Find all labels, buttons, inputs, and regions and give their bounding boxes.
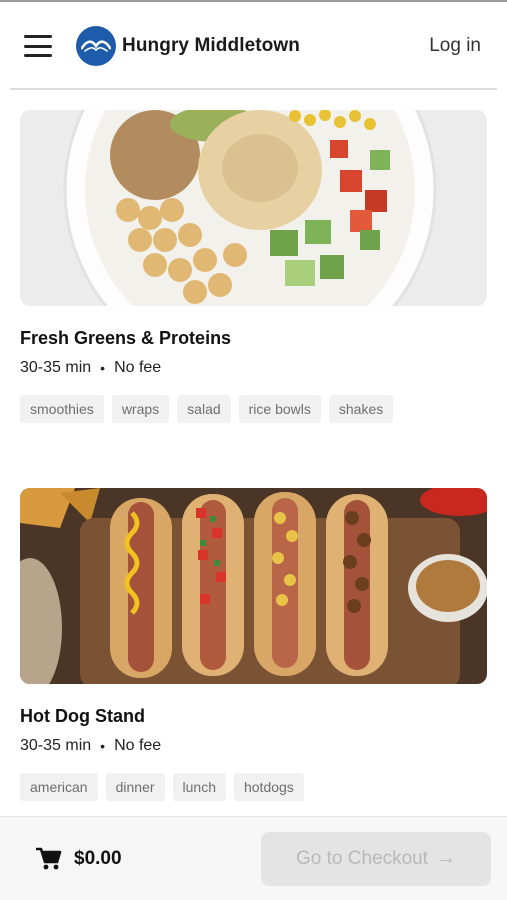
- restaurant-card[interactable]: Hot Dog Stand 30-35 min • No fee america…: [20, 488, 487, 801]
- tag-list: smoothies wraps salad rice bowls shakes: [20, 395, 487, 423]
- cart-bar: $0.00 Go to Checkout →: [0, 816, 507, 900]
- arrow-right-icon: →: [436, 847, 457, 869]
- delivery-time: 30-35 min: [20, 359, 92, 376]
- delivery-time: 30-35 min: [20, 737, 92, 754]
- tag[interactable]: american: [20, 773, 98, 801]
- meta-separator: •: [100, 738, 106, 754]
- restaurant-meta: 30-35 min • No fee: [20, 737, 487, 755]
- tag-list: american dinner lunch hotdogs: [20, 773, 487, 801]
- tag[interactable]: smoothies: [20, 395, 104, 423]
- brand-name[interactable]: Hungry Middletown: [122, 35, 300, 57]
- checkout-button[interactable]: Go to Checkout →: [261, 831, 491, 886]
- restaurant-image[interactable]: [20, 488, 487, 684]
- checkout-label: Go to Checkout: [295, 847, 429, 869]
- restaurant-name[interactable]: Fresh Greens & Proteins: [20, 328, 487, 349]
- header-divider: [10, 88, 497, 90]
- app-header: Hungry Middletown Log in: [0, 2, 507, 90]
- login-link[interactable]: Log in: [423, 31, 487, 61]
- tag[interactable]: lunch: [172, 773, 226, 801]
- cart-total: $0.00: [74, 847, 122, 869]
- meta-separator: •: [100, 360, 106, 376]
- tag[interactable]: salad: [177, 395, 231, 423]
- tag[interactable]: hotdogs: [233, 773, 304, 801]
- restaurant-card[interactable]: Fresh Greens & Proteins 30-35 min • No f…: [20, 110, 487, 423]
- restaurant-name[interactable]: Hot Dog Stand: [20, 706, 487, 727]
- wave-logo-icon[interactable]: [76, 26, 116, 66]
- hamburger-icon[interactable]: [24, 35, 52, 57]
- tag[interactable]: wraps: [111, 395, 170, 423]
- restaurant-meta: 30-35 min • No fee: [20, 359, 487, 377]
- restaurant-image[interactable]: [20, 110, 487, 306]
- tag[interactable]: shakes: [328, 395, 394, 423]
- delivery-fee: No fee: [114, 737, 162, 754]
- tag[interactable]: rice bowls: [238, 395, 321, 423]
- delivery-fee: No fee: [114, 359, 162, 376]
- cart-icon[interactable]: [35, 846, 62, 872]
- tag[interactable]: dinner: [105, 773, 165, 801]
